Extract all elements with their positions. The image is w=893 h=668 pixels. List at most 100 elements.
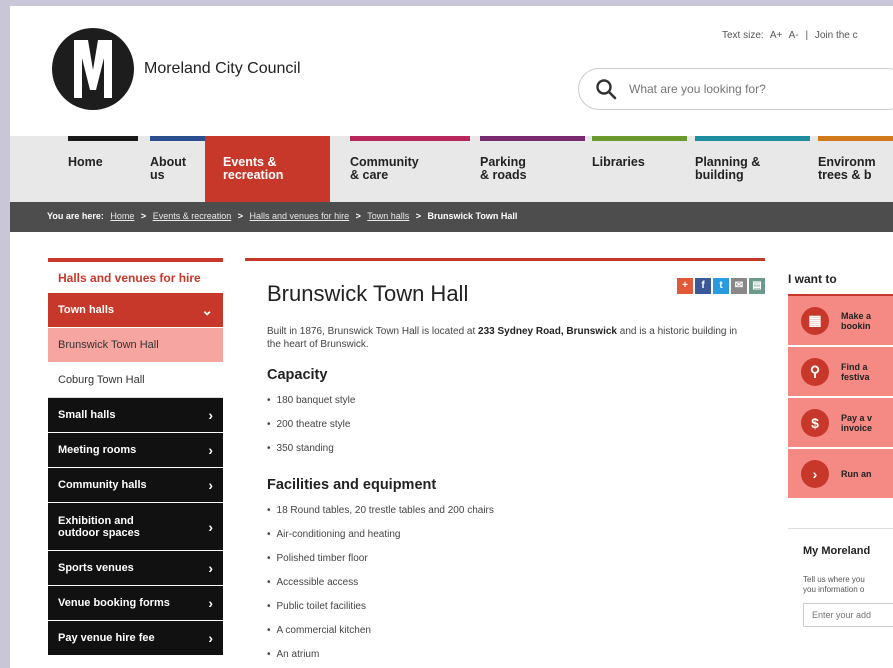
breadcrumb-separator: > <box>355 211 361 221</box>
i-want-to-label: Find a festiva <box>841 361 870 382</box>
i-want-to-item-3[interactable]: › Run an <box>788 449 893 500</box>
i-want-to-item-0[interactable]: ▦ Make a bookin <box>788 296 893 347</box>
breadcrumb-separator: > <box>140 211 147 221</box>
breadcrumb: You are here: Home > Events & recreation… <box>10 202 893 232</box>
list-item: Polished timber floor <box>267 547 765 571</box>
my-moreland-panel: My Moreland Tell us where you you inform… <box>788 528 893 627</box>
nav-color-bar <box>592 136 687 141</box>
nav-item-3[interactable]: Community & care <box>350 136 470 202</box>
sidebar-item-1[interactable]: Brunswick Town Hall <box>48 328 223 363</box>
list-item: A commercial kitchen <box>267 619 765 643</box>
intro-address: 233 Sydney Road, Brunswick <box>478 326 617 337</box>
search-box[interactable] <box>578 68 893 110</box>
breadcrumb-link-home[interactable]: Home <box>110 211 134 221</box>
sidebar-item-6[interactable]: Exhibition and outdoor spaces › <box>48 503 223 551</box>
chevron-right-icon: › <box>208 477 213 493</box>
nav-item-4[interactable]: Parking & roads <box>480 136 585 202</box>
logo-text: Moreland City Council <box>144 60 301 77</box>
sidebar-item-label: Community halls <box>58 479 147 491</box>
list-item: 180 banquet style <box>267 389 765 413</box>
list-item: 350 standing <box>267 437 765 461</box>
nav-item-label: Community & care <box>350 155 419 182</box>
email-icon[interactable]: ✉ <box>731 278 747 294</box>
list-item: 200 theatre style <box>267 413 765 437</box>
main-content: Brunswick Town Hall + f t ✉ ▤ Built in 1876,… <box>245 258 765 667</box>
chevron-down-icon: ⌄ <box>201 301 213 318</box>
search-icon[interactable] <box>595 78 617 100</box>
print-icon[interactable]: ▤ <box>749 278 765 294</box>
chevron-right-icon: › <box>208 595 213 611</box>
facebook-icon[interactable]: f <box>695 278 711 294</box>
sidebar-item-label: Venue booking forms <box>58 597 170 609</box>
sidebar-item-9[interactable]: Pay venue hire fee › <box>48 621 223 656</box>
text-size-increase[interactable]: A+ <box>770 30 783 41</box>
sidebar-item-label: Sports venues <box>58 562 134 574</box>
util-separator: | <box>805 30 809 41</box>
utility-bar: Text size: A+ A- | Join the c <box>722 30 862 41</box>
sidebar-item-8[interactable]: Venue booking forms › <box>48 586 223 621</box>
main-top-rule <box>245 258 765 261</box>
sidebar-item-label: Small halls <box>58 409 116 421</box>
nav-item-label: Events & recreation <box>223 155 284 182</box>
sidebar-heading[interactable]: Halls and venues for hire <box>48 258 223 293</box>
sidebar-item-4[interactable]: Meeting rooms › <box>48 433 223 468</box>
capacity-heading: Capacity <box>267 367 328 383</box>
my-moreland-heading: My Moreland <box>803 545 871 557</box>
sidebar-item-label: Brunswick Town Hall <box>58 339 159 351</box>
nav-item-label: About us <box>150 155 187 182</box>
sidebar-item-7[interactable]: Sports venues › <box>48 551 223 586</box>
sidebar-item-3[interactable]: Small halls › <box>48 398 223 433</box>
nav-item-7[interactable]: Environm trees & b <box>818 136 893 202</box>
twitter-icon[interactable]: t <box>713 278 729 294</box>
breadcrumb-link-town-halls[interactable]: Town halls <box>367 211 409 221</box>
nav-item-label: Home <box>68 155 103 169</box>
join-link[interactable]: Join the c <box>815 30 858 41</box>
search-input[interactable] <box>629 82 889 96</box>
i-want-to-item-2[interactable]: $ Pay a v invoice <box>788 398 893 449</box>
nav-color-bar <box>150 136 205 141</box>
nav-item-6[interactable]: Planning & building <box>695 136 810 202</box>
i-want-to-label: Make a bookin <box>841 310 872 331</box>
nav-color-bar <box>68 136 138 141</box>
breadcrumb-current: Brunswick Town Hall <box>427 211 518 221</box>
nav-color-bar <box>695 136 810 141</box>
i-want-to-label: Pay a v invoice <box>841 412 873 433</box>
nav-item-5[interactable]: Libraries <box>592 136 687 202</box>
dollar-icon: $ <box>801 408 829 437</box>
nav-item-label: Libraries <box>592 155 645 169</box>
chevron-right-icon: › <box>208 630 213 646</box>
sidebar-item-2[interactable]: Coburg Town Hall <box>48 363 223 398</box>
calendar-icon: ▦ <box>801 306 829 335</box>
sidebar-item-label: Meeting rooms <box>58 444 137 456</box>
nav-color-bar <box>350 136 470 141</box>
list-item: Accessible access <box>267 571 765 595</box>
council-logo[interactable]: Moreland City Council <box>52 28 301 110</box>
address-input[interactable] <box>803 603 893 627</box>
i-want-to-item-1[interactable]: ⚲ Find a festiva <box>788 347 893 398</box>
sidebar-item-0[interactable]: Town halls ⌄ <box>48 293 223 328</box>
facilities-list: 18 Round tables, 20 trestle tables and 2… <box>267 499 765 667</box>
nav-color-bar <box>205 136 330 141</box>
breadcrumb-separator: > <box>415 211 422 221</box>
nav-item-label: Parking & roads <box>480 155 527 182</box>
chevron-right-icon: › <box>208 518 213 535</box>
nav-item-0[interactable]: Home <box>68 136 138 202</box>
sidebar: Halls and venues for hire Town halls ⌄ Bru… <box>48 258 223 656</box>
main-nav: Home About us Events & recreation Community… <box>10 136 893 202</box>
nav-item-2[interactable]: Events & recreation <box>205 136 330 202</box>
breadcrumb-link-events[interactable]: Events & recreation <box>153 211 232 221</box>
share-bar: + f t ✉ ▤ <box>677 278 765 294</box>
arrow-right-icon: › <box>801 459 829 488</box>
list-item: Public toilet facilities <box>267 595 765 619</box>
plus-share-icon[interactable]: + <box>677 278 693 294</box>
breadcrumb-link-halls[interactable]: Halls and venues for hire <box>250 211 350 221</box>
sidebar-item-label: Town halls <box>58 304 115 316</box>
page: Moreland City Council Text size: A+ A- |… <box>10 6 893 668</box>
nav-color-bar <box>818 136 893 141</box>
nav-item-1[interactable]: About us <box>150 136 205 202</box>
list-item: An atrium <box>267 643 765 667</box>
sidebar-item-label: Exhibition and outdoor spaces <box>58 514 140 539</box>
breadcrumb-prefix: You are here: <box>47 211 104 221</box>
sidebar-item-5[interactable]: Community halls › <box>48 468 223 503</box>
text-size-decrease[interactable]: A- <box>789 30 799 41</box>
